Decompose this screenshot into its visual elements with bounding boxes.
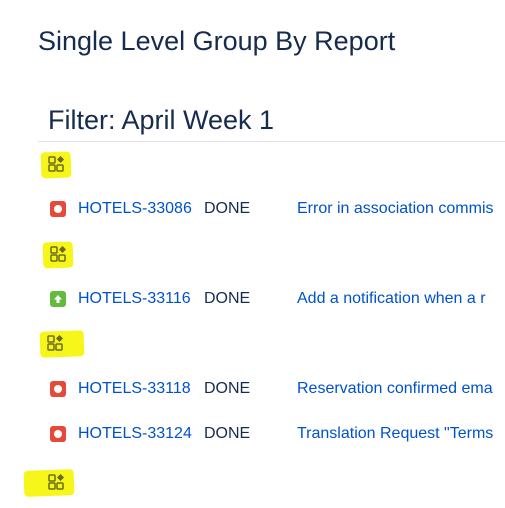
improvement-icon — [50, 291, 66, 307]
group-header-4[interactable] — [23, 469, 75, 497]
group-by-icon — [48, 156, 65, 172]
issue-status: DONE — [204, 380, 251, 397]
group-by-icon — [48, 474, 65, 490]
bug-icon — [50, 201, 66, 217]
issue-summary-link[interactable]: Error in association commis — [297, 200, 494, 218]
page-title: Single Level Group By Report — [38, 26, 396, 56]
group-by-icon — [50, 246, 67, 262]
issue-key-link[interactable]: HOTELS-33116 — [78, 290, 191, 308]
group-header-1[interactable] — [40, 151, 72, 179]
group-header-2[interactable] — [42, 241, 74, 269]
issue-summary-link[interactable]: Add a notification when a r — [297, 290, 486, 308]
group-by-icon — [47, 335, 64, 351]
issue-key-link[interactable]: HOTELS-33118 — [78, 380, 191, 398]
group-header-3[interactable] — [39, 330, 85, 358]
filter-divider — [38, 141, 505, 142]
bug-icon — [50, 381, 66, 397]
issue-status: DONE — [204, 290, 251, 307]
issue-key-link[interactable]: HOTELS-33086 — [78, 200, 192, 218]
issue-summary-link[interactable]: Translation Request "Terms — [297, 425, 493, 443]
issue-summary-link[interactable]: Reservation confirmed ema — [297, 380, 493, 398]
bug-icon — [50, 426, 66, 442]
filter-heading: Filter: April Week 1 — [48, 105, 275, 135]
issue-status: DONE — [204, 200, 251, 217]
issue-status: DONE — [204, 425, 251, 442]
issue-key-link[interactable]: HOTELS-33124 — [78, 425, 192, 443]
